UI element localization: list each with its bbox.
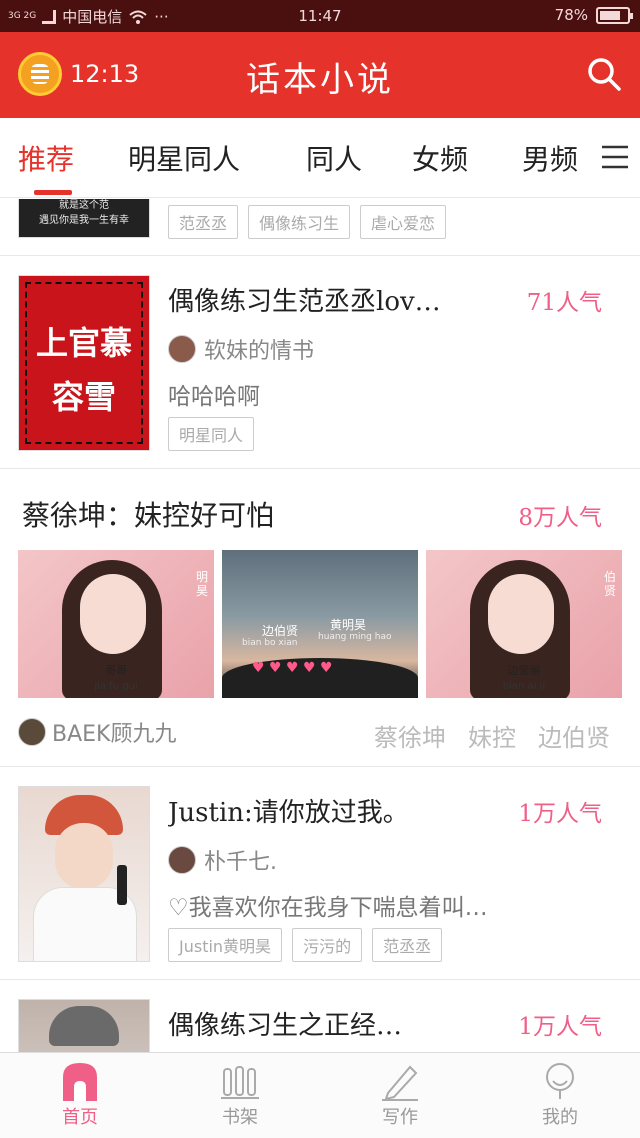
menu-icon[interactable]: [600, 144, 630, 170]
nav-label: 书架: [222, 1107, 258, 1128]
tag[interactable]: 蔡徐坤: [374, 718, 446, 753]
author-info[interactable]: BAEK顾九九: [18, 716, 176, 748]
tag[interactable]: 范丞丞: [168, 205, 239, 239]
book-cover[interactable]: [18, 786, 150, 962]
tag[interactable]: 妹控: [468, 718, 516, 753]
featured-book[interactable]: 蔡徐坤：妹控好可怕 8万人气 哥哥 jia fu gui 明昊 边伯贤 黄明昊 …: [0, 470, 640, 767]
tag-list: 明星同人: [168, 417, 255, 451]
image-caption: 黄明昊: [330, 618, 367, 632]
profile-icon: [546, 1063, 574, 1099]
cover-line: 上官慕: [35, 324, 132, 362]
featured-image[interactable]: 边爱丽 bian ai li 伯贤: [426, 550, 622, 698]
status-time: 11:47: [298, 7, 342, 25]
tag[interactable]: 范丞丞: [372, 928, 443, 962]
book-title[interactable]: 偶像练习生范丞丞lov…: [168, 281, 498, 318]
image-side-text: 明昊: [196, 570, 209, 598]
tab-fanfic[interactable]: 同人: [306, 138, 362, 178]
tag[interactable]: 偶像练习生: [248, 205, 351, 239]
image-caption: 边爱丽: [507, 664, 541, 677]
nav-label: 写作: [382, 1107, 418, 1128]
battery-percent: 78%: [554, 6, 588, 24]
nav-bookshelf[interactable]: 书架: [180, 1061, 300, 1129]
tag[interactable]: 污污的: [292, 928, 363, 962]
image-subcaption: bian bo xian: [242, 638, 298, 648]
app-header: 12:13 话本小说: [0, 32, 640, 118]
nav-home[interactable]: 首页: [20, 1061, 140, 1129]
image-subcaption: jia fu gui: [94, 681, 138, 692]
tag-list: Justin黄明昊 污污的 范丞丞: [168, 928, 443, 962]
book-row[interactable]: 偶像练习生之正经… 1万人气: [0, 981, 640, 1052]
status-bar: 3G 2G 中国电信 ··· 11:47 78%: [0, 0, 640, 32]
book-row[interactable]: 上官慕 容雪 偶像练习生范丞丞lov… 71人气 软妹的情书 哈哈哈啊 明星同人: [0, 257, 640, 469]
avatar: [18, 718, 46, 746]
author-name: BAEK顾九九: [52, 722, 177, 747]
category-tabs: 推荐 明星同人 同人 女频 男频: [0, 118, 640, 198]
popularity-count: 71人气: [526, 290, 602, 316]
book-description: ♡我喜欢你在我身下喘息着叫…: [168, 895, 488, 921]
pen-icon: [382, 1065, 418, 1101]
book-row[interactable]: 就是这个范 遇见你是我一生有幸 范丞丞 偶像练习生 虐心爱恋: [0, 199, 640, 256]
tag-list: 范丞丞 偶像练习生 虐心爱恋: [168, 205, 447, 239]
avatar: [168, 335, 196, 363]
tag[interactable]: 边伯贤: [538, 718, 610, 753]
book-cover[interactable]: [18, 999, 150, 1052]
book-feed[interactable]: 就是这个范 遇见你是我一生有幸 范丞丞 偶像练习生 虐心爱恋 上官慕 容雪 偶像…: [0, 199, 640, 1052]
active-tab-indicator: [34, 190, 72, 195]
avatar: [168, 846, 196, 874]
tag[interactable]: Justin黄明昊: [168, 928, 283, 962]
nav-label: 首页: [62, 1107, 98, 1128]
app-title: 话本小说: [246, 60, 394, 100]
book-cover[interactable]: 上官慕 容雪: [18, 275, 150, 451]
tab-recommend[interactable]: 推荐: [18, 138, 74, 178]
image-subcaption: bian ai li: [502, 681, 546, 692]
book-title[interactable]: 偶像练习生之正经…: [168, 1005, 498, 1042]
author-info[interactable]: 朴千七.: [168, 844, 277, 876]
image-side-text: 伯贤: [604, 570, 617, 598]
cover-text: 就是这个范: [59, 200, 109, 211]
tab-male[interactable]: 男频: [522, 138, 578, 178]
tab-celebrity-fanfic[interactable]: 明星同人: [128, 138, 240, 178]
battery-icon: [596, 6, 633, 24]
bottom-navigation: 首页 书架 写作 我的: [0, 1052, 640, 1138]
author-info[interactable]: 软妹的情书: [168, 333, 314, 365]
book-title[interactable]: Justin:请你放过我。: [168, 792, 498, 829]
author-name: 软妹的情书: [204, 339, 315, 364]
image-caption: 边伯贤: [262, 624, 299, 638]
book-cover[interactable]: 就是这个范 遇见你是我一生有幸: [18, 199, 150, 238]
bookshelf-icon: [221, 1066, 259, 1099]
cover-subtext: 遇见你是我一生有幸: [39, 215, 129, 226]
featured-image[interactable]: 边伯贤 黄明昊 bian bo xian huang ming hao ♥ ♥ …: [222, 550, 418, 698]
popularity-count: 1万人气: [518, 1014, 602, 1040]
cover-line: 容雪: [51, 378, 116, 416]
image-caption: 哥哥: [105, 664, 127, 677]
featured-image[interactable]: 哥哥 jia fu gui 明昊: [18, 550, 214, 698]
tab-female[interactable]: 女频: [412, 138, 468, 178]
popularity-count: 1万人气: [518, 801, 602, 827]
image-subcaption: huang ming hao: [318, 632, 392, 642]
tag[interactable]: 虐心爱恋: [360, 205, 447, 239]
author-name: 朴千七.: [204, 850, 277, 875]
tag[interactable]: 明星同人: [168, 417, 255, 451]
nav-write[interactable]: 写作: [340, 1061, 460, 1129]
home-icon: [63, 1063, 97, 1101]
nav-profile[interactable]: 我的: [500, 1061, 620, 1129]
popularity-count: 8万人气: [518, 505, 602, 531]
book-row[interactable]: Justin:请你放过我。 1万人气 朴千七. ♡我喜欢你在我身下喘息着叫… J…: [0, 768, 640, 980]
search-icon[interactable]: [586, 56, 622, 92]
tag-list: 蔡徐坤 妹控 边伯贤: [374, 718, 610, 753]
book-description: 哈哈哈啊: [168, 384, 260, 410]
nav-label: 我的: [542, 1107, 578, 1128]
featured-title[interactable]: 蔡徐坤：妹控好可怕: [22, 494, 274, 534]
